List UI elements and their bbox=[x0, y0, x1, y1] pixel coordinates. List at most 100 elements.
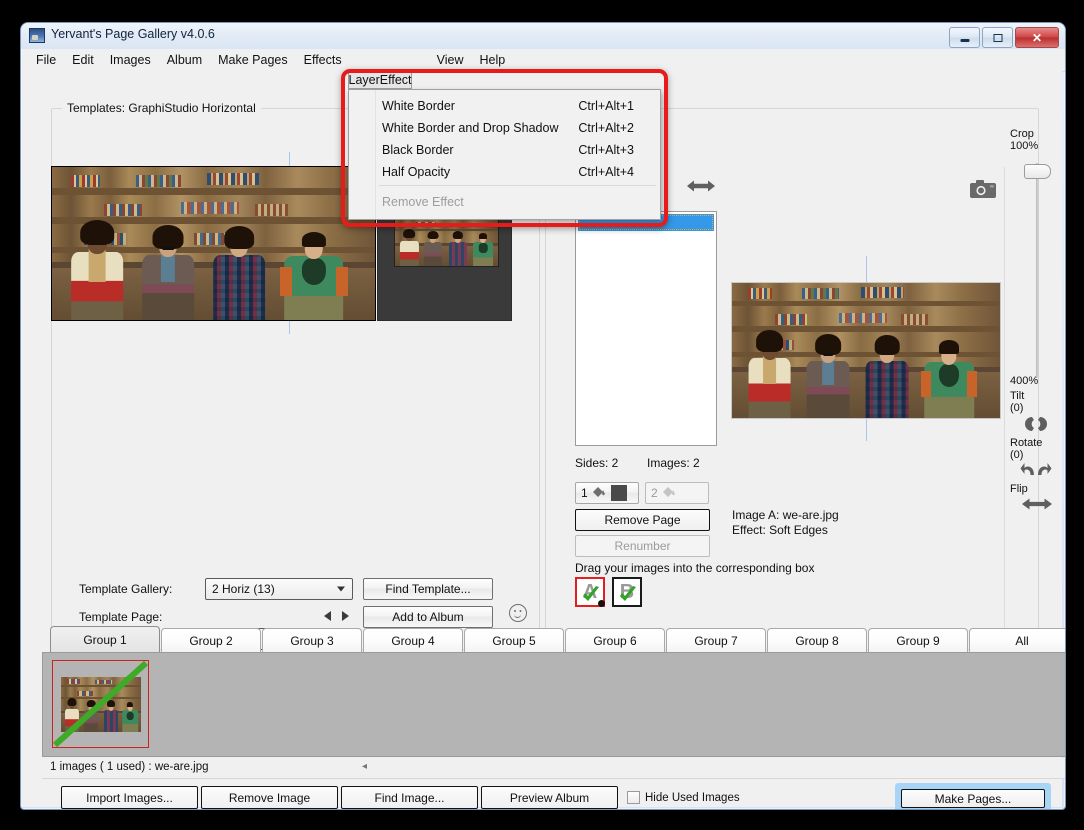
images-count-label: Images: 2 bbox=[647, 456, 700, 470]
tab-group-7[interactable]: Group 7 bbox=[666, 628, 766, 652]
layereffect-dropdown-menu: White Border Ctrl+Alt+1 White Border and… bbox=[348, 89, 661, 220]
side-2-label: 2 bbox=[651, 486, 658, 500]
menu-item-remove-effect: Remove Effect bbox=[382, 195, 464, 209]
application-window: Yervant's Page Gallery v4.0.6 ✕ File Edi… bbox=[20, 22, 1066, 810]
crop-slider-track[interactable] bbox=[1036, 163, 1039, 378]
template-gallery-label: Template Gallery: bbox=[79, 582, 173, 596]
remove-image-button[interactable]: Remove Image bbox=[201, 786, 338, 809]
filmstrip-scroll-left-arrow[interactable]: ◂ bbox=[362, 761, 367, 772]
app-icon bbox=[29, 28, 45, 43]
screenshot-root: Yervant's Page Gallery v4.0.6 ✕ File Edi… bbox=[0, 0, 1084, 830]
import-images-button[interactable]: Import Images... bbox=[61, 786, 198, 809]
side-1-button[interactable]: 1 bbox=[575, 482, 639, 504]
renumber-button: Renumber bbox=[575, 535, 710, 557]
menu-item-white-border[interactable]: White Border Ctrl+Alt+1 bbox=[376, 95, 660, 117]
drop-box-a[interactable]: A bbox=[575, 577, 605, 607]
rotate-value: (0) bbox=[1010, 449, 1024, 461]
menu-images[interactable]: Images bbox=[102, 51, 159, 70]
flip-label: Flip bbox=[1010, 483, 1028, 495]
close-icon: ✕ bbox=[1031, 30, 1043, 45]
find-template-button[interactable]: Find Template... bbox=[363, 578, 493, 600]
menu-file[interactable]: File bbox=[28, 51, 64, 70]
menu-album[interactable]: Album bbox=[159, 51, 210, 70]
side-1-label: 1 bbox=[581, 486, 588, 500]
side-panel-separator bbox=[1004, 167, 1005, 637]
status-bar: 1 images ( 1 used) : we-are.jpg ◂ bbox=[42, 758, 1065, 779]
tab-group-1[interactable]: Group 1 bbox=[50, 626, 160, 652]
menu-bar: File Edit Images Album Make Pages Effect… bbox=[22, 49, 1065, 72]
menu-item-white-border-drop-shadow[interactable]: White Border and Drop Shadow Ctrl+Alt+2 bbox=[376, 117, 660, 139]
preview-guide-top bbox=[866, 256, 867, 282]
template-page-prev-button[interactable] bbox=[322, 609, 334, 623]
chevron-down-icon bbox=[337, 586, 345, 592]
side-1-color-swatch bbox=[610, 485, 627, 501]
minimize-button[interactable] bbox=[949, 27, 980, 48]
title-bar: Yervant's Page Gallery v4.0.6 ✕ bbox=[21, 23, 1065, 49]
tab-group-6[interactable]: Group 6 bbox=[565, 628, 665, 652]
drop-box-a-marker bbox=[598, 600, 605, 607]
menu-edit[interactable]: Edit bbox=[64, 51, 102, 70]
dropdown-gutter bbox=[349, 90, 376, 219]
find-image-button[interactable]: Find Image... bbox=[341, 786, 478, 809]
templates-panel-legend: Templates: GraphiStudio Horizontal bbox=[62, 101, 261, 115]
menu-make-pages[interactable]: Make Pages bbox=[210, 51, 295, 70]
preview-album-button[interactable]: Preview Album bbox=[481, 786, 618, 809]
menu-effects[interactable]: Effects bbox=[296, 51, 350, 70]
make-pages-button[interactable]: Make Pages... bbox=[901, 789, 1045, 808]
page-preview-photo[interactable] bbox=[731, 282, 1001, 419]
make-pages-focus-ring: Make Pages... bbox=[895, 783, 1051, 809]
add-to-album-button[interactable]: Add to Album bbox=[363, 606, 493, 628]
check-icon bbox=[618, 585, 638, 605]
menu-item-half-opacity[interactable]: Half Opacity Ctrl+Alt+4 bbox=[376, 161, 660, 183]
tab-group-3[interactable]: Group 3 bbox=[262, 628, 362, 652]
photo-artwork-preview bbox=[732, 283, 1000, 418]
crop-label: Crop bbox=[1010, 128, 1034, 140]
window-title: Yervant's Page Gallery v4.0.6 bbox=[51, 27, 215, 41]
tab-group-2[interactable]: Group 2 bbox=[161, 628, 261, 652]
tilt-icon[interactable] bbox=[1022, 415, 1050, 438]
tab-all[interactable]: All bbox=[969, 628, 1065, 652]
tab-group-9[interactable]: Group 9 bbox=[868, 628, 968, 652]
template-photo-main[interactable] bbox=[51, 166, 376, 321]
tab-group-5[interactable]: Group 5 bbox=[464, 628, 564, 652]
flip-icon[interactable] bbox=[1022, 497, 1052, 516]
window-controls: ✕ bbox=[949, 27, 1059, 48]
menu-help[interactable]: Help bbox=[472, 51, 514, 70]
smiley-icon[interactable] bbox=[509, 604, 527, 622]
tab-group-4[interactable]: Group 4 bbox=[363, 628, 463, 652]
drag-hint-label: Drag your images into the corresponding … bbox=[575, 561, 815, 575]
menu-item-black-border[interactable]: Black Border Ctrl+Alt+3 bbox=[376, 139, 660, 161]
side-2-button[interactable]: 2 bbox=[645, 482, 709, 504]
rotate-icon[interactable] bbox=[1020, 461, 1052, 482]
drop-box-b[interactable]: B bbox=[612, 577, 642, 607]
hide-used-images-checkbox[interactable] bbox=[627, 791, 640, 804]
preview-guide-bottom bbox=[866, 419, 867, 441]
template-page-next-button[interactable] bbox=[339, 609, 351, 623]
menu-layereffect[interactable]: LayerEffect bbox=[348, 70, 412, 89]
paint-bucket-icon bbox=[661, 484, 676, 502]
tab-group-8[interactable]: Group 8 bbox=[767, 628, 867, 652]
maximize-button[interactable] bbox=[982, 27, 1013, 48]
template-page-label: Template Page: bbox=[79, 610, 163, 624]
template-gallery-value: 2 Horiz (13) bbox=[212, 582, 275, 596]
crop-slider-thumb[interactable] bbox=[1024, 164, 1051, 179]
remove-page-button[interactable]: Remove Page bbox=[575, 509, 710, 531]
menu-view[interactable]: View bbox=[429, 51, 472, 70]
camera-icon[interactable] bbox=[970, 179, 996, 198]
close-button[interactable]: ✕ bbox=[1015, 27, 1059, 48]
paint-bucket-icon bbox=[591, 484, 606, 502]
filmstrip-thumbnail[interactable] bbox=[52, 660, 149, 748]
pages-list[interactable] bbox=[575, 211, 717, 446]
template-gallery-combo[interactable]: 2 Horiz (13) bbox=[205, 578, 353, 600]
zoom-max-label: 400% bbox=[1010, 375, 1039, 387]
photo-artwork bbox=[52, 167, 375, 320]
effect-label: Effect: Soft Edges bbox=[732, 523, 828, 537]
tilt-value: (0) bbox=[1010, 402, 1024, 414]
image-filmstrip[interactable] bbox=[42, 652, 1065, 757]
group-tabs: Group 1 Group 2 Group 3 Group 4 Group 5 … bbox=[50, 626, 1065, 652]
used-image-slash-marker bbox=[53, 661, 148, 747]
crop-value: 100% bbox=[1010, 140, 1039, 152]
arrows-horizontal-icon[interactable] bbox=[687, 179, 715, 193]
tilt-label: Tilt bbox=[1010, 390, 1025, 402]
hide-used-images-label: Hide Used Images bbox=[645, 792, 740, 804]
